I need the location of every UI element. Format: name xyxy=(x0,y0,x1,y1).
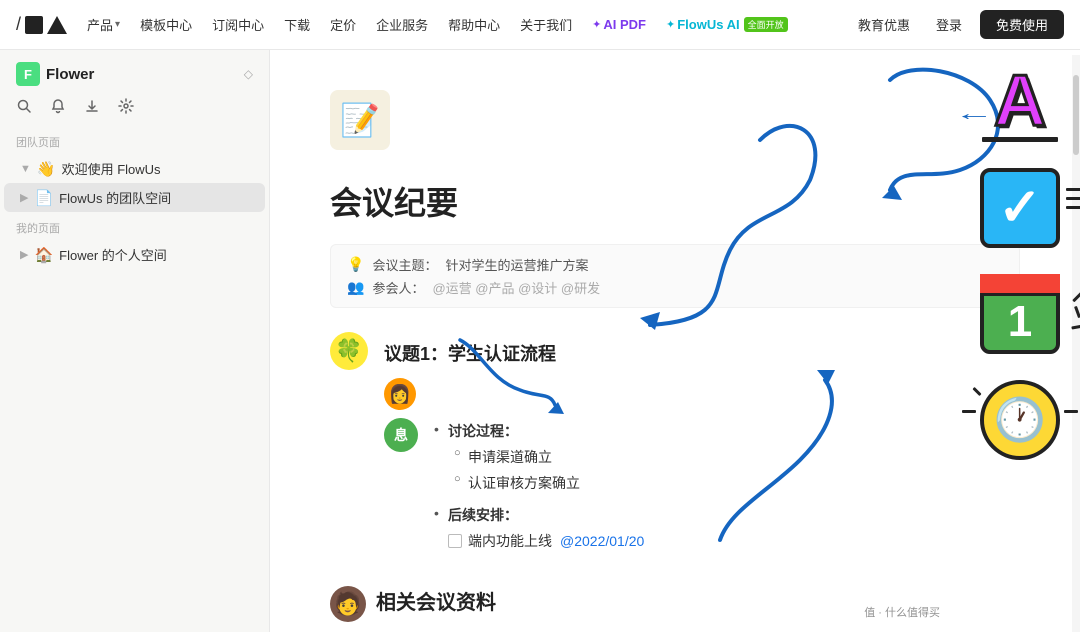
settings-icon[interactable] xyxy=(118,98,134,114)
nav-flowus-ai[interactable]: ✦ FlowUs AI 全面开放 xyxy=(658,17,796,32)
logo-slash: / xyxy=(16,14,21,35)
personal-space-icon: 🏠 xyxy=(34,246,53,264)
topnav: / 产品 ▾ 模板中心 订阅中心 下载 定价 企业服务 帮助中心 关于我们 ✦ … xyxy=(0,0,1080,50)
clock-icon: 🕐 xyxy=(980,380,1060,460)
logo[interactable]: / xyxy=(16,14,67,35)
my-section-label: 我的页面 xyxy=(0,212,269,240)
login-button[interactable]: 登录 xyxy=(922,10,976,39)
nav-help[interactable]: 帮助中心 xyxy=(440,15,508,34)
nav-templates[interactable]: 模板中心 xyxy=(132,15,200,34)
spark-left xyxy=(962,410,976,413)
nav-education[interactable]: 教育优惠 xyxy=(850,15,918,34)
doc-title: 会议纪要 xyxy=(330,178,1020,224)
sidebar-item-welcome[interactable]: ▼ 👋 欢迎使用 FlowUs xyxy=(4,154,265,183)
main-layout: F Flower ◇ 团队页面 ▼ 👋 欢迎使用 FlowUs ▶ xyxy=(0,50,1080,632)
notification-icon[interactable] xyxy=(50,98,66,114)
sidebar-item-personal-space[interactable]: ▶ 🏠 Flower 的个人空间 xyxy=(4,240,265,269)
team-section-label: 团队页面 xyxy=(0,126,269,154)
sidebar-item-welcome-label: 欢迎使用 FlowUs xyxy=(62,159,253,178)
right-icons-panel: A ← ✓ xyxy=(980,65,1060,460)
sidebar-item-team-label: FlowUs 的团队空间 xyxy=(59,188,253,207)
welcome-icon: 👋 xyxy=(37,160,56,178)
nav-enterprise[interactable]: 企业服务 xyxy=(368,15,436,34)
badge-icon: 息 xyxy=(384,418,418,452)
arrow-decoration: ← xyxy=(954,103,994,126)
discussion-label: 讨论过程： xyxy=(428,418,1020,444)
flowus-badge: 全面开放 xyxy=(744,17,788,32)
doc-meta-attendees: 👥 参会人： @运营 @产品 @设计 @研发 xyxy=(347,278,1003,297)
checkbox-icon: ✓ xyxy=(980,168,1060,248)
doc-meta-topic: 💡 会议主题： 针对学生的运营推广方案 xyxy=(347,255,1003,274)
team-space-icon: 📄 xyxy=(34,189,53,207)
logo-triangle-icon xyxy=(47,16,67,34)
attendees-icon: 👥 xyxy=(347,279,364,296)
sidebar-item-personal-label: Flower 的个人空间 xyxy=(59,245,253,264)
doc-meta-block: 💡 会议主题： 针对学生的运营推广方案 👥 参会人： @运营 @产品 @设计 @… xyxy=(330,244,1020,308)
agenda-title: 议题1：学生认证流程 xyxy=(384,340,1020,366)
nav-subscription[interactable]: 订阅中心 xyxy=(204,15,272,34)
document-content: 📝 会议纪要 💡 会议主题： 针对学生的运营推广方案 👥 参会人： @运营 @产… xyxy=(270,50,1080,632)
workspace-icon: F xyxy=(16,62,40,86)
file-row-1[interactable]: 📊 运营排期表 xyxy=(376,627,1020,632)
discussion-item-1: 申请渠道确立 xyxy=(428,444,1020,470)
scrollbar-thumb[interactable] xyxy=(1073,75,1079,155)
calendar-header xyxy=(980,274,1060,296)
nav-pricing[interactable]: 定价 xyxy=(322,15,364,34)
followup-label: 后续安排： xyxy=(428,502,1020,528)
sidebar-item-team-space[interactable]: ▶ 📄 FlowUs 的团队空间 xyxy=(4,183,265,212)
discussion-item-2: 认证审核方案确立 xyxy=(428,470,1020,496)
task-checkbox[interactable] xyxy=(448,534,462,548)
spark-right xyxy=(1064,410,1078,413)
search-icon[interactable] xyxy=(16,98,32,114)
user-avatar-3: 🧑 xyxy=(330,586,366,622)
doc-header-image: 📝 xyxy=(330,90,390,150)
sidebar-toolbar xyxy=(0,94,269,126)
nav-products[interactable]: 产品 ▾ xyxy=(79,15,128,34)
workspace-name: Flower xyxy=(46,66,238,83)
agenda-section: 🍀 议题1：学生认证流程 👩 息 讨论过程： 申请渠道确立 认证审核方案确立 xyxy=(330,332,1020,562)
calendar-box: 1 xyxy=(980,274,1060,354)
clock-face: 🕐 xyxy=(980,380,1060,460)
lightbulb-icon: 💡 xyxy=(347,256,364,273)
workspace-header[interactable]: F Flower ◇ xyxy=(0,50,269,94)
nav-ai-pdf[interactable]: ✦ AI PDF xyxy=(584,17,654,32)
task-item-1: 端内功能上线 @2022/01/20 xyxy=(428,528,1020,554)
nav-download[interactable]: 下载 xyxy=(276,15,318,34)
chevron-right-icon: ▶ xyxy=(20,248,28,261)
sparkle-decoration xyxy=(1073,288,1080,336)
watermark: 值 · 什么值得买 xyxy=(864,604,940,620)
chevron-right-icon: ▶ xyxy=(20,191,28,204)
logo-square-icon xyxy=(25,16,43,34)
calendar-icon: 1 xyxy=(980,274,1060,354)
scrollbar[interactable] xyxy=(1072,55,1080,632)
user-avatar-1: 🍀 xyxy=(330,332,368,370)
lines-decoration xyxy=(1066,188,1080,209)
letter-a-icon: A ← xyxy=(982,65,1058,142)
download-icon[interactable] xyxy=(84,98,100,114)
sidebar: F Flower ◇ 团队页面 ▼ 👋 欢迎使用 FlowUs ▶ xyxy=(0,50,270,632)
chevron-down-icon: ▾ xyxy=(115,19,120,30)
checkbox-box: ✓ xyxy=(980,168,1060,248)
user-avatar-2: 👩 xyxy=(384,378,416,410)
workspace-chevron-icon[interactable]: ◇ xyxy=(244,67,253,81)
free-use-button[interactable]: 免费使用 xyxy=(980,10,1064,39)
chevron-down-icon: ▼ xyxy=(20,163,31,175)
nav-about[interactable]: 关于我们 xyxy=(512,15,580,34)
